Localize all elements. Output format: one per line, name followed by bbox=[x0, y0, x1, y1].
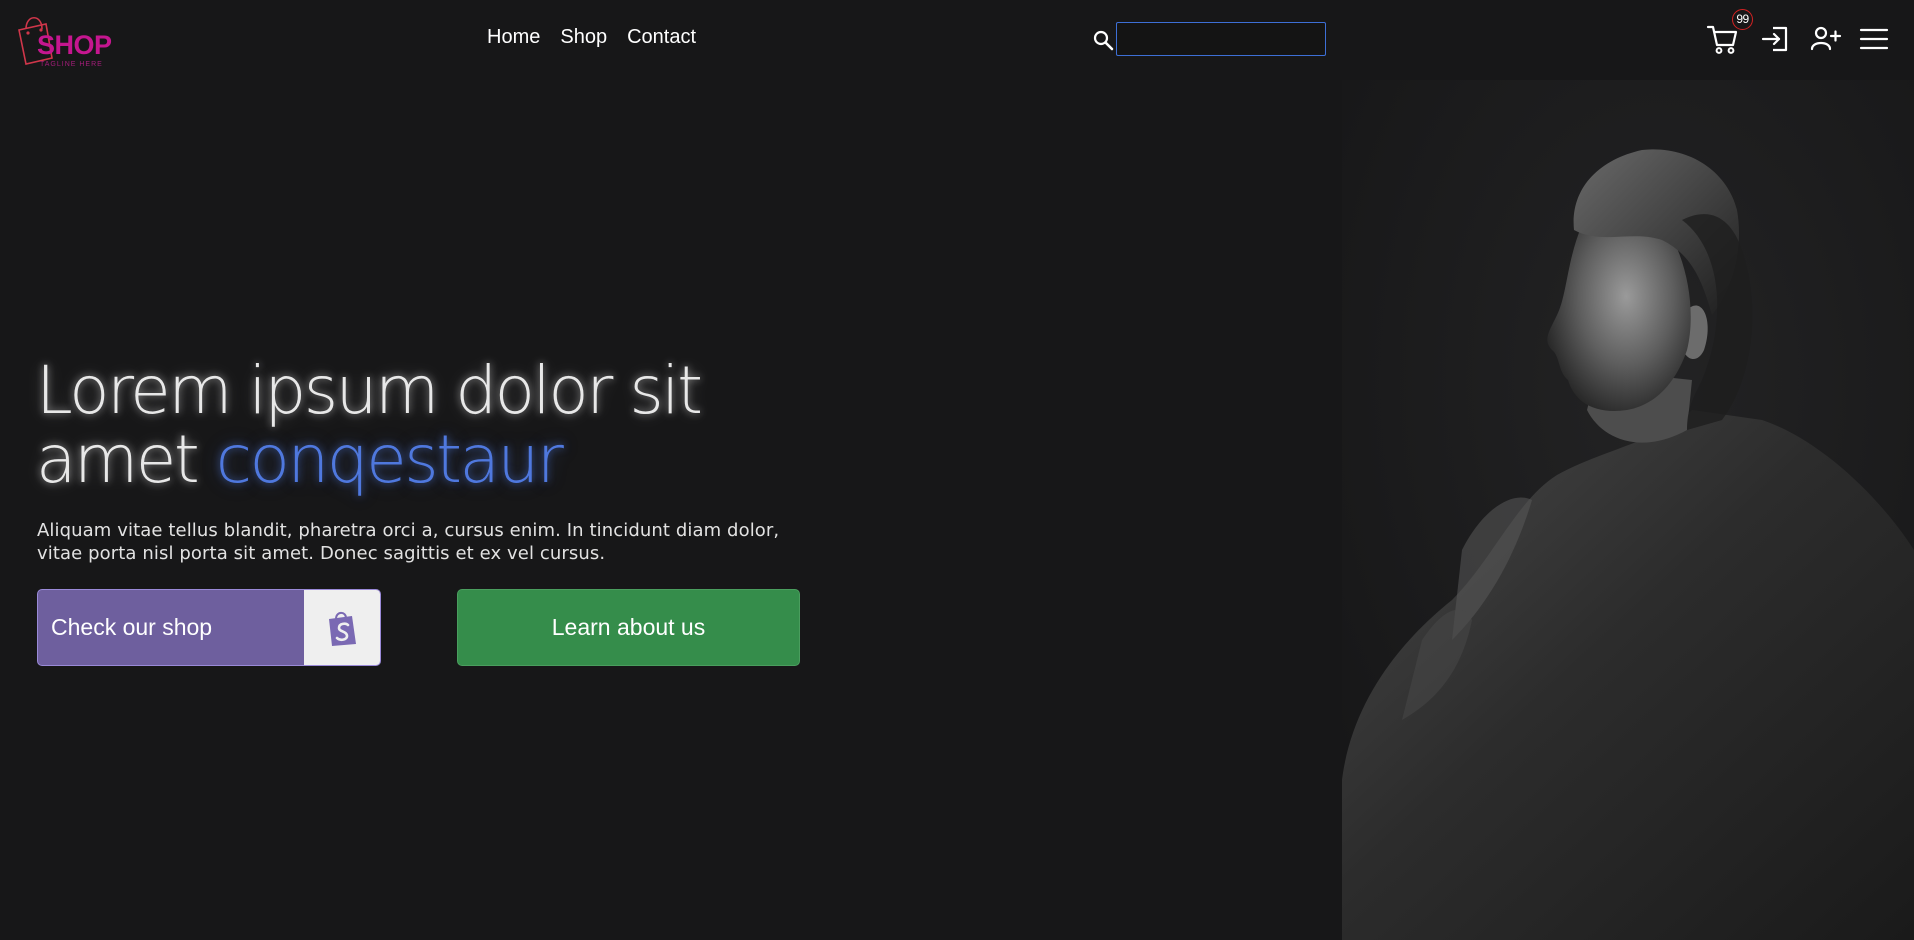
brand-name: SHOP bbox=[37, 30, 112, 60]
learn-about-us-button[interactable]: Learn about us bbox=[457, 589, 800, 666]
shopify-bag-icon bbox=[304, 590, 380, 665]
nav-link-contact[interactable]: Contact bbox=[627, 26, 696, 49]
main-nav: Home Shop Contact bbox=[487, 26, 696, 49]
nav-link-shop[interactable]: Shop bbox=[560, 26, 607, 49]
hero-headline-accent: conqestaur bbox=[215, 421, 564, 498]
brand-logo[interactable]: SHOP TAGLINE HERE bbox=[16, 10, 116, 72]
user-plus-icon[interactable] bbox=[1809, 22, 1843, 56]
hero-portrait-image bbox=[1342, 80, 1914, 940]
login-icon[interactable] bbox=[1759, 22, 1793, 56]
cart-count-badge: 99 bbox=[1732, 9, 1753, 30]
search-icon[interactable] bbox=[1092, 29, 1114, 51]
nav-link-home[interactable]: Home bbox=[487, 26, 540, 49]
hamburger-menu-icon[interactable] bbox=[1857, 22, 1891, 56]
hero-description: Aliquam vitae tellus blandit, pharetra o… bbox=[37, 520, 780, 564]
check-shop-button[interactable]: Check our shop bbox=[37, 589, 381, 666]
navbar: SHOP TAGLINE HERE Home Shop Contact 99 bbox=[0, 0, 1914, 80]
search-input[interactable] bbox=[1116, 22, 1326, 56]
check-shop-button-label: Check our shop bbox=[51, 614, 213, 640]
brand-tagline: TAGLINE HERE bbox=[40, 61, 103, 68]
hero-headline: Lorem ipsum dolor sit amet conqestaur bbox=[36, 356, 836, 494]
